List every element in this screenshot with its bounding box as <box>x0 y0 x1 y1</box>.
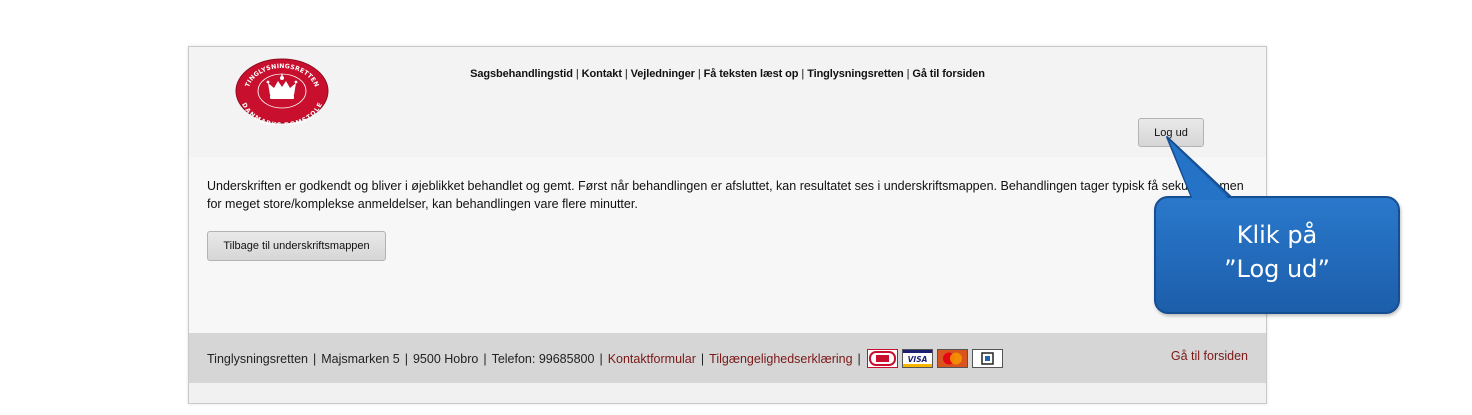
footer-text: Tinglysningsretten <box>207 351 308 366</box>
callout-line-2: ”Log ud” <box>1224 255 1330 283</box>
nav-separator: | <box>624 68 628 80</box>
nav-link[interactable]: Gå til forsiden <box>912 68 985 80</box>
nav-link[interactable]: Få teksten læst op <box>704 68 799 80</box>
footer-home-link[interactable]: Gå til forsiden <box>1171 349 1248 363</box>
footer-text: Majsmarken 5 <box>321 351 400 366</box>
nav-link[interactable]: Tinglysningsretten <box>807 68 904 80</box>
back-to-signature-folder-button[interactable]: Tilbage til underskriftsmappen <box>207 231 386 261</box>
logout-button[interactable]: Log ud <box>1138 118 1204 147</box>
maestro-icon <box>971 349 1003 368</box>
status-message: Underskriften er godkendt og bliver i øj… <box>207 179 1244 211</box>
nav-link[interactable]: Kontakt <box>582 68 622 80</box>
footer-link[interactable]: Tilgængelighedserklæring <box>709 352 852 366</box>
callout-line-1: Klik på <box>1236 221 1318 249</box>
nav-separator: | <box>697 68 701 80</box>
nav-link[interactable]: Sagsbehandlingstid <box>470 68 573 80</box>
nav-link[interactable]: Vejledninger <box>631 68 695 80</box>
bottom-strip <box>189 383 1266 403</box>
top-navigation: Sagsbehandlingstid | Kontakt | Vejledninger |… <box>189 68 1266 80</box>
payment-cards: VISA <box>866 349 1003 368</box>
site-footer: Tinglysningsretten | Majsmarken 5 | 9500 Hob… <box>189 333 1266 383</box>
footer-separator: | <box>599 351 603 366</box>
footer-text: Telefon: 99685800 <box>491 351 595 366</box>
main-content: Underskriften er godkendt og bliver i øj… <box>189 157 1266 333</box>
footer-separator: | <box>404 351 408 366</box>
footer-separator: | <box>700 351 705 366</box>
browser-content-frame: TINGLYSNINGSRETTEN DANMARKS DOMSTOLE Sag… <box>188 46 1267 404</box>
page: TINGLYSNINGSRETTEN DANMARKS DOMSTOLE Sag… <box>0 0 1472 415</box>
visa-text: VISA <box>907 355 927 364</box>
footer-link[interactable]: Kontaktformular <box>608 352 696 366</box>
nav-separator: | <box>575 68 579 80</box>
visa-icon: VISA <box>901 349 933 368</box>
nav-separator: | <box>801 68 805 80</box>
footer-contact-info: Tinglysningsretten | Majsmarken 5 | 9500 Hob… <box>207 349 1003 368</box>
site-header: TINGLYSNINGSRETTEN DANMARKS DOMSTOLE Sag… <box>189 47 1266 157</box>
dankort-icon <box>866 349 898 368</box>
footer-separator: | <box>857 351 861 366</box>
footer-separator: | <box>312 351 317 366</box>
footer-text: 9500 Hobro <box>412 351 479 366</box>
mastercard-icon <box>936 349 968 368</box>
instruction-callout: Klik på ”Log ud” <box>1154 196 1400 314</box>
footer-separator: | <box>483 351 487 366</box>
